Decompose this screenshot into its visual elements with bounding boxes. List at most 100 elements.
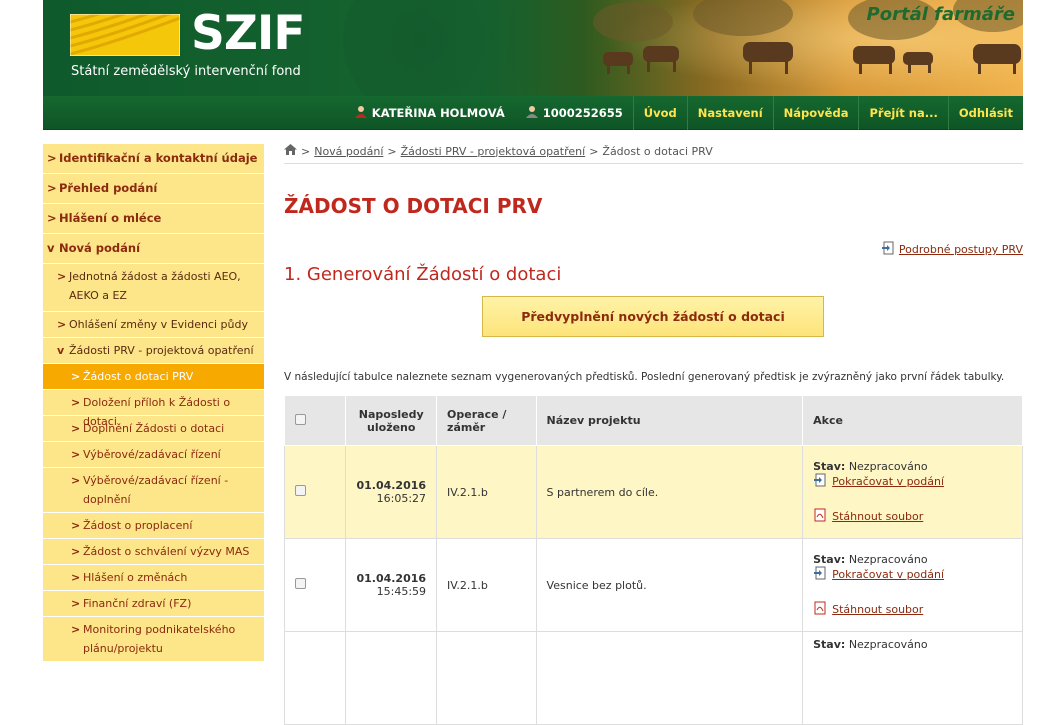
logo-subtitle: Státní zemědělský intervenční fond	[71, 64, 301, 79]
home-icon[interactable]	[284, 141, 297, 163]
status-line: Stav: Nezpracováno	[813, 552, 928, 566]
chevron-right-icon: >	[71, 422, 81, 435]
user-icon	[354, 105, 368, 122]
actions-cell: Stav: Nezpracováno Pokračovat v podání S…	[802, 538, 1023, 632]
nav-odhlasit[interactable]: Odhlásit	[949, 96, 1023, 130]
continue-link[interactable]: Pokračovat v podání	[813, 566, 1012, 583]
sidebar-item-hlaseni-o-zmenach[interactable]: > Hlášení o změnách	[43, 565, 264, 591]
sidebar-item-monitoring[interactable]: > Monitoring podnikatelského plánu/proje…	[43, 617, 264, 662]
document-link-icon	[813, 566, 827, 583]
row-checkbox[interactable]	[295, 578, 306, 589]
table-intro-text: V následující tabulce naleznete seznam v…	[284, 371, 1005, 383]
chevron-right-icon: >	[71, 396, 81, 409]
sidebar-menu: > Identifikační a kontaktní údaje > Přeh…	[43, 144, 264, 662]
user-name[interactable]: KATEŘINA HOLMOVÁ	[344, 96, 515, 130]
table-row: 01.04.2016 16:05:27 IV.2.1.b S partnerem…	[283, 445, 1023, 539]
actions-cell: Stav: Nezpracováno	[802, 631, 1023, 725]
sidebar-item-dolozeni-priloh[interactable]: > Doložení příloh k Žádosti o dotaci	[43, 390, 264, 428]
header-last-saved[interactable]: Naposledy uloženo	[345, 395, 438, 446]
sidebar-item-hlaseni-o-mlece[interactable]: > Hlášení o mléce	[43, 204, 264, 234]
row-checkbox[interactable]	[295, 485, 306, 496]
nav-napoveda[interactable]: Nápověda	[774, 96, 859, 130]
chevron-right-icon: >	[71, 597, 81, 610]
saved-date: 01.04.2016	[356, 572, 427, 585]
top-navigation-bar: KATEŘINA HOLMOVÁ 1000252655 Úvod Nastave…	[43, 96, 1023, 130]
status-line: Stav: Nezpracováno	[813, 638, 928, 651]
chevron-right-icon: >	[47, 211, 57, 225]
chevron-down-icon: v	[47, 241, 55, 255]
breadcrumb-separator: >	[387, 144, 397, 158]
document-link-icon	[881, 241, 895, 258]
project-name-cell	[535, 631, 804, 725]
sidebar-item-vyberove-rizeni[interactable]: > Výběrové/zadávací řízení	[43, 442, 264, 468]
sidebar-item-zadost-o-dotaci-prv[interactable]: > Žádost o dotaci PRV	[43, 364, 264, 390]
status-value: Nezpracováno	[848, 552, 928, 566]
sidebar-item-identifikacni-udaje[interactable]: > Identifikační a kontaktní údaje	[43, 144, 264, 174]
nav-uvod[interactable]: Úvod	[634, 96, 687, 130]
sidebar-item-vyberove-rizeni-doplneni[interactable]: > Výběrové/zadávací řízení - doplnění	[43, 468, 264, 513]
table-row: 01.04.2016 15:45:59 IV.2.1.b Vesnice bez…	[283, 538, 1023, 632]
chevron-right-icon: >	[71, 623, 81, 636]
prefill-new-applications-button[interactable]: Předvyplnění nových žádostí o dotaci	[482, 296, 824, 337]
status-value: Nezpracováno	[848, 459, 928, 473]
sidebar-item-zadost-o-schvaleni-vyzvy[interactable]: > Žádost o schválení výzvy MAS	[43, 539, 264, 565]
client-icon	[525, 105, 539, 122]
sidebar-item-ohlaseni-zmeny[interactable]: > Ohlášení změny v Evidenci půdy	[43, 312, 264, 338]
chevron-right-icon: >	[71, 545, 81, 558]
select-all-header	[283, 395, 347, 446]
nav-prejit-na[interactable]: Přejít na...	[859, 96, 947, 130]
operation-cell	[436, 631, 537, 725]
sidebar-item-nova-podani[interactable]: v Nová podání	[43, 234, 264, 264]
client-id[interactable]: 1000252655	[515, 96, 633, 130]
sidebar-item-financni-zdravi[interactable]: > Finanční zdraví (FZ)	[43, 591, 264, 617]
chevron-right-icon: >	[71, 571, 81, 584]
table-header-row: Naposledy uloženo Operace / záměr Název …	[283, 395, 1023, 446]
chevron-right-icon: >	[71, 370, 81, 383]
last-saved-cell: 01.04.2016 16:05:27	[345, 445, 438, 539]
breadcrumb-separator: >	[589, 144, 599, 158]
download-link[interactable]: Stáhnout soubor	[813, 508, 1012, 525]
row-select-cell	[283, 538, 347, 632]
pdf-icon	[813, 508, 827, 525]
status-value: Nezpracováno	[848, 638, 928, 651]
sidebar-item-prehled-podani[interactable]: > Přehled podání	[43, 174, 264, 204]
logo-wordmark: SZIF	[191, 6, 306, 61]
continue-link[interactable]: Pokračovat v podání	[813, 473, 1012, 490]
breadcrumb-nova-podani[interactable]: Nová podání	[314, 141, 383, 163]
row-select-cell	[283, 445, 347, 539]
page-title: ŽÁDOST O DOTACI PRV	[284, 194, 543, 218]
operation-cell: IV.2.1.b	[436, 538, 537, 632]
status-line: Stav: Nezpracováno	[813, 459, 928, 473]
download-link[interactable]: Stáhnout soubor	[813, 601, 1012, 618]
site-header: SZIF Státní zemědělský intervenční fond …	[43, 0, 1023, 96]
chevron-down-icon: v	[57, 344, 65, 357]
operation-cell: IV.2.1.b	[436, 445, 537, 539]
chevron-right-icon: >	[57, 318, 67, 331]
breadcrumb-separator: >	[301, 144, 311, 158]
sidebar-item-zadost-o-proplaceni[interactable]: > Žádost o proplacení	[43, 513, 264, 539]
sidebar-item-jednotna-zadost[interactable]: > Jednotná žádost a žádosti AEO, AEKO a …	[43, 264, 264, 312]
portal-title: Portál farmáře	[866, 4, 1015, 25]
chevron-right-icon: >	[71, 519, 81, 532]
pdf-icon	[813, 601, 827, 618]
project-name-cell: Vesnice bez plotů.	[535, 538, 804, 632]
chevron-right-icon: >	[57, 270, 67, 283]
chevron-right-icon: >	[71, 448, 81, 461]
sidebar-item-doplneni-zadosti[interactable]: > Doplnění Žádosti o dotaci	[43, 416, 264, 442]
sidebar-item-zadosti-prv[interactable]: v Žádosti PRV - projektová opatření	[43, 338, 264, 364]
chevron-right-icon: >	[47, 181, 57, 195]
breadcrumb-zadosti-prv[interactable]: Žádosti PRV - projektová opatření	[401, 141, 586, 163]
saved-time: 15:45:59	[376, 585, 427, 598]
szif-logo-icon[interactable]	[70, 14, 180, 56]
breadcrumb-current: Žádost o dotaci PRV	[602, 144, 713, 158]
chevron-right-icon: >	[47, 151, 57, 165]
header-operation[interactable]: Operace / záměr	[436, 395, 537, 446]
last-saved-cell: 01.04.2016 15:45:59	[345, 538, 438, 632]
guide-link[interactable]: Podrobné postupy PRV	[881, 241, 1023, 258]
breadcrumb: > Nová podání > Žádosti PRV - projektová…	[284, 140, 1023, 164]
nav-nastaveni[interactable]: Nastavení	[688, 96, 773, 130]
document-link-icon	[813, 473, 827, 490]
select-all-checkbox[interactable]	[295, 413, 306, 425]
header-project-name[interactable]: Název projektu	[535, 395, 804, 446]
actions-cell: Stav: Nezpracováno Pokračovat v podání S…	[802, 445, 1023, 539]
